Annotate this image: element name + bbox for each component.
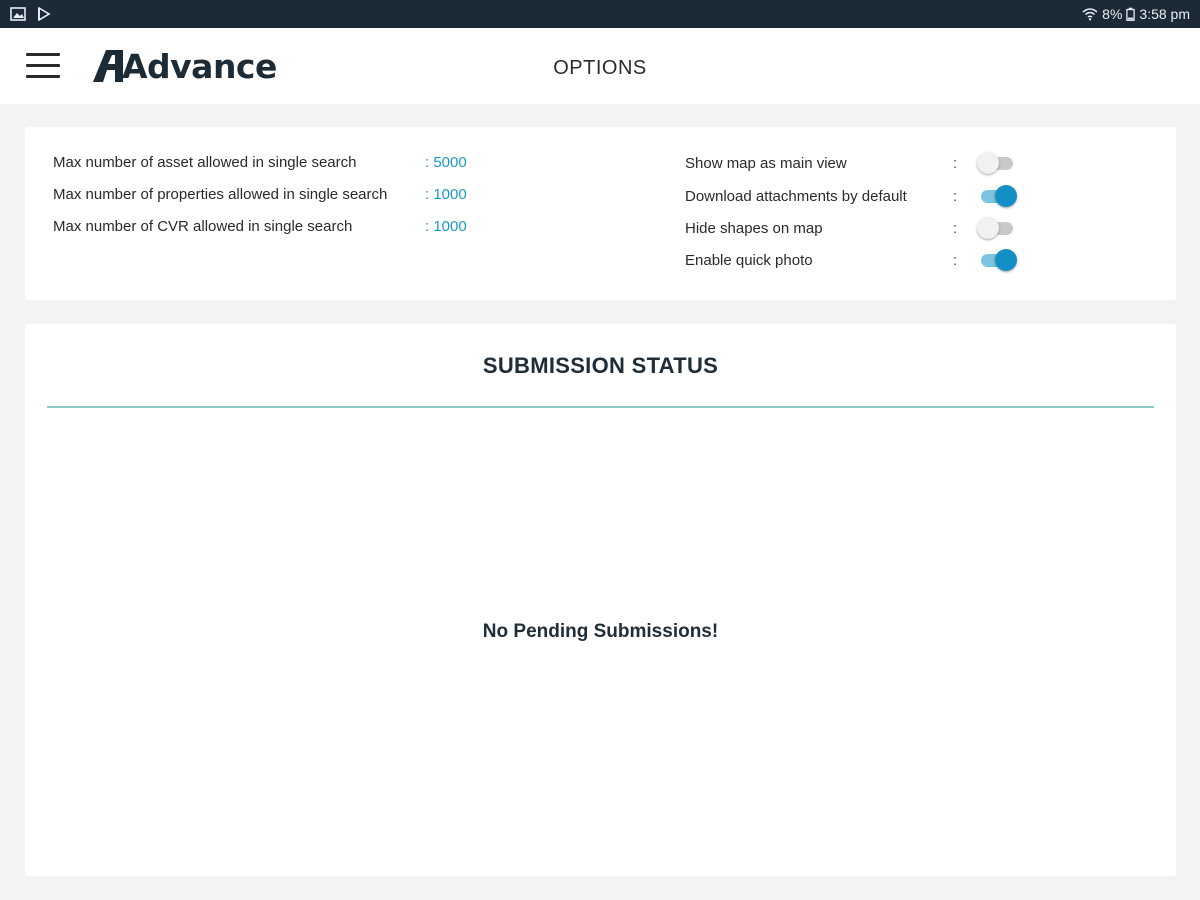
submission-status-card: SUBMISSION STATUS No Pending Submissions… (25, 324, 1176, 876)
limit-label: Max number of properties allowed in sing… (53, 185, 388, 203)
quick-photo-toggle[interactable] (977, 249, 1017, 271)
toggle-row-show-map: Show map as main view : (685, 151, 1025, 175)
limit-label: Max number of CVR allowed in single sear… (53, 217, 353, 235)
play-store-icon (38, 7, 51, 21)
battery-percent: 8% (1102, 6, 1123, 22)
limit-label: Max number of asset allowed in single se… (53, 153, 357, 171)
toggle-row-hide-shapes: Hide shapes on map : (685, 216, 1025, 240)
toggle-colon: : (953, 219, 958, 237)
empty-state-message: No Pending Submissions! (482, 621, 719, 642)
toggle-label: Enable quick photo (685, 251, 813, 269)
clock-time: 3:58 pm (1139, 6, 1190, 22)
download-attachments-toggle[interactable] (977, 185, 1017, 207)
show-map-toggle[interactable] (977, 152, 1017, 174)
gallery-icon (10, 7, 26, 21)
limit-row-assets: Max number of asset allowed in single se… (53, 151, 467, 173)
toggle-label: Show map as main view (685, 154, 847, 172)
hide-shapes-toggle[interactable] (977, 217, 1017, 239)
system-status-bar: 8% 3:58 pm (0, 0, 1200, 28)
app-bar: Advance OPTIONS (0, 28, 1200, 104)
status-bar-left (10, 7, 52, 21)
page-title: OPTIONS (553, 57, 647, 79)
toggle-colon: : (953, 187, 958, 205)
toggle-row-download-attachments: Download attachments by default : (685, 184, 1025, 208)
wifi-icon (1082, 8, 1098, 21)
divider (47, 406, 1154, 408)
toggle-label: Hide shapes on map (685, 219, 823, 237)
submission-status-title: SUBMISSION STATUS (482, 353, 719, 378)
toggle-colon: : (953, 154, 958, 172)
limit-value: : 1000 (425, 185, 467, 203)
limit-value: : 1000 (425, 217, 467, 235)
limit-value: : 5000 (425, 153, 467, 171)
battery-icon (1126, 7, 1136, 21)
status-bar-right: 8% 3:58 pm (1082, 6, 1190, 22)
toggle-colon: : (953, 251, 958, 269)
limit-row-cvr: Max number of CVR allowed in single sear… (53, 215, 467, 237)
options-card: Max number of asset allowed in single se… (25, 127, 1176, 300)
limit-row-properties: Max number of properties allowed in sing… (53, 183, 467, 205)
toggle-row-quick-photo: Enable quick photo : (685, 248, 1025, 272)
toggle-label: Download attachments by default (685, 187, 907, 205)
